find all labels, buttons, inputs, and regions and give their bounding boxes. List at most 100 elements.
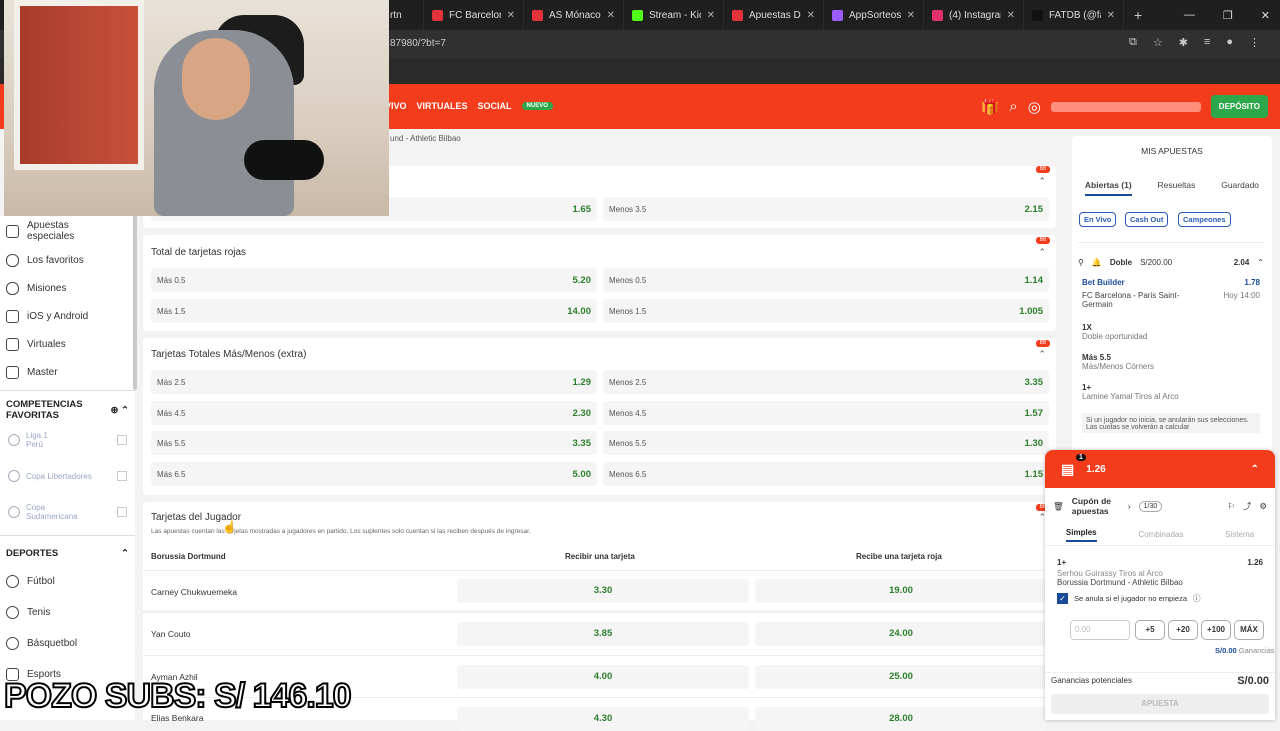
sidebar-item-tenis[interactable]: Tenis: [0, 597, 135, 628]
odds-button[interactable]: 4.30: [457, 707, 749, 731]
bookmark-star-icon[interactable]: ☆: [1153, 36, 1163, 49]
odds-button[interactable]: Más 2.5 1.29: [151, 370, 597, 394]
odds-button[interactable]: Menos 6.5 1.15: [603, 462, 1049, 486]
stake-input[interactable]: 0.00: [1070, 620, 1130, 640]
coupon-header[interactable]: ▤ 1 1.26 ⌃: [1045, 450, 1275, 488]
browser-tab[interactable]: FATDB (@fatdb✕: [1024, 0, 1124, 30]
odds-button[interactable]: Más 1.5 14.00: [151, 299, 597, 323]
close-tab-icon[interactable]: ✕: [907, 10, 915, 21]
odds-button[interactable]: 19.00: [755, 579, 1047, 603]
browser-tab[interactable]: FC Barcelona -✕: [424, 0, 524, 30]
chevron-right-icon[interactable]: ›: [1128, 501, 1131, 511]
tab-saved[interactable]: Guardado: [1221, 180, 1259, 196]
odds-button[interactable]: Más 5.5 3.35: [151, 431, 597, 455]
tab-settled[interactable]: Resueltas: [1158, 180, 1196, 196]
tab-combined[interactable]: Combinadas: [1138, 530, 1183, 539]
extensions-icon[interactable]: ✱: [1179, 36, 1188, 49]
url-text[interactable]: 87980/?bt=7: [390, 38, 446, 49]
quick-stake-button[interactable]: MÁX: [1234, 620, 1264, 640]
trash-icon[interactable]: 🗑: [1053, 501, 1064, 512]
odds-button[interactable]: 4.00: [457, 665, 749, 689]
close-tab-icon[interactable]: ✕: [807, 10, 815, 21]
odds-button[interactable]: Más 0.5 5.20: [151, 268, 597, 292]
favorite-competition[interactable]: Liga 1 Perú: [0, 425, 135, 455]
place-bet-button[interactable]: APUESTA: [1051, 694, 1269, 714]
void-checkbox[interactable]: ✓: [1057, 593, 1068, 604]
odds-button[interactable]: Más 6.5 5.00: [151, 462, 597, 486]
profile-icon[interactable]: ●: [1226, 36, 1233, 49]
odds-button[interactable]: Menos 2.5 3.35: [603, 370, 1049, 394]
browser-tab[interactable]: AppSorteos - L✕: [824, 0, 924, 30]
sidebar-item-master[interactable]: Master: [0, 358, 135, 386]
browser-tab[interactable]: rtn: [390, 0, 424, 30]
search-icon[interactable]: ⌕: [1009, 98, 1017, 115]
filter-champions[interactable]: Campeones: [1178, 212, 1231, 227]
sidebar-item-misiones[interactable]: Misiones: [0, 274, 135, 302]
bookmark-icon[interactable]: ⚐: [1227, 501, 1235, 512]
pin-icon[interactable]: ⚲: [1078, 258, 1084, 267]
odds-button[interactable]: 28.00: [755, 707, 1047, 731]
sidebar-item-apuestas-especiales[interactable]: Apuestas especiales: [0, 216, 135, 246]
quick-stake-button[interactable]: +5: [1135, 620, 1165, 640]
favorite-competition[interactable]: Copa Libertadores: [0, 455, 135, 497]
filter-cashout[interactable]: Cash Out: [1125, 212, 1169, 227]
add-collapse-icon[interactable]: ⊕ ⌃: [110, 405, 129, 416]
favorite-competition[interactable]: Copa Sudamericana: [0, 497, 135, 527]
sidebar-item-futbol[interactable]: Fútbol: [0, 566, 135, 597]
browser-tab[interactable]: Apuestas Depo✕: [724, 0, 824, 30]
odds-button[interactable]: Menos 3.5 2.15: [603, 197, 1049, 221]
minimize-icon[interactable]: —: [1184, 9, 1195, 21]
sidebar-item-virtuales[interactable]: Virtuales: [0, 330, 135, 358]
close-tab-icon[interactable]: ✕: [1107, 10, 1115, 21]
chevron-up-icon[interactable]: ⌃: [1251, 464, 1259, 475]
username-blurred[interactable]: [1050, 101, 1201, 112]
odds-button[interactable]: Menos 5.5 1.30: [603, 431, 1049, 455]
menu-icon[interactable]: ⋮: [1249, 36, 1260, 49]
close-tab-icon[interactable]: ✕: [707, 10, 715, 21]
maximize-icon[interactable]: ❐: [1223, 9, 1233, 22]
odds-button[interactable]: Menos 0.5 1.14: [603, 268, 1049, 292]
media-icon[interactable]: ≡: [1204, 36, 1210, 49]
chevron-up-icon[interactable]: ⌃: [1038, 176, 1046, 187]
breadcrumb[interactable]: und - Athletic Bilbao: [390, 134, 461, 143]
sidebar-item-favoritos[interactable]: Los favoritos: [0, 246, 135, 274]
install-icon[interactable]: ⧉: [1129, 36, 1137, 49]
filter-live[interactable]: En Vivo: [1079, 212, 1117, 227]
coupon-pager[interactable]: 1/30: [1138, 500, 1163, 512]
favorite-checkbox[interactable]: [117, 471, 127, 481]
favorite-checkbox[interactable]: [117, 507, 127, 517]
chevron-up-icon[interactable]: ⌃: [1038, 349, 1046, 360]
new-tab-icon[interactable]: +: [1124, 7, 1152, 23]
tab-system[interactable]: Sistema: [1225, 530, 1254, 539]
close-tab-icon[interactable]: ✕: [507, 10, 515, 21]
chevron-up-icon[interactable]: ⌃: [121, 548, 129, 559]
browser-tab[interactable]: Stream - Kick✕: [624, 0, 724, 30]
quick-stake-button[interactable]: +20: [1168, 620, 1198, 640]
deposit-button[interactable]: DEPÓSITO: [1210, 95, 1268, 118]
tab-open[interactable]: Abiertas (1): [1084, 180, 1132, 196]
odds-button[interactable]: 3.30: [457, 579, 749, 603]
settings-icon[interactable]: ⚙: [1259, 501, 1267, 512]
odds-button[interactable]: Menos 1.5 1.005: [603, 299, 1049, 323]
quick-stake-button[interactable]: +100: [1201, 620, 1231, 640]
close-window-icon[interactable]: ✕: [1261, 9, 1270, 22]
share-icon[interactable]: ⤴: [1243, 500, 1252, 512]
user-icon[interactable]: ◎: [1028, 98, 1041, 116]
odds-button[interactable]: Más 4.5 2.30: [151, 401, 597, 425]
chevron-up-icon[interactable]: ⌃: [1257, 258, 1264, 267]
nav-virtuales[interactable]: VIRTUALES: [417, 101, 468, 111]
close-tab-icon[interactable]: ✕: [607, 10, 615, 21]
browser-tab[interactable]: (4) Instagram✕: [924, 0, 1024, 30]
sidebar-item-basquetbol[interactable]: Básquetbol: [0, 628, 135, 659]
bet-summary[interactable]: ⚲ 🔔 Doble S/200.00 2.04 ⌃: [1078, 242, 1264, 282]
odds-button[interactable]: 24.00: [755, 622, 1047, 646]
close-tab-icon[interactable]: ✕: [1007, 10, 1015, 21]
chevron-up-icon[interactable]: ⌃: [1038, 247, 1046, 258]
browser-tab[interactable]: AS Mónaco - M✕: [524, 0, 624, 30]
tab-singles[interactable]: Simples: [1065, 528, 1097, 542]
favorite-checkbox[interactable]: [117, 435, 127, 445]
nav-social[interactable]: SOCIAL: [478, 101, 512, 111]
odds-button[interactable]: Menos 4.5 1.57: [603, 401, 1049, 425]
gift-icon[interactable]: 🎁: [981, 98, 1000, 116]
odds-button[interactable]: 3.85: [457, 622, 749, 646]
